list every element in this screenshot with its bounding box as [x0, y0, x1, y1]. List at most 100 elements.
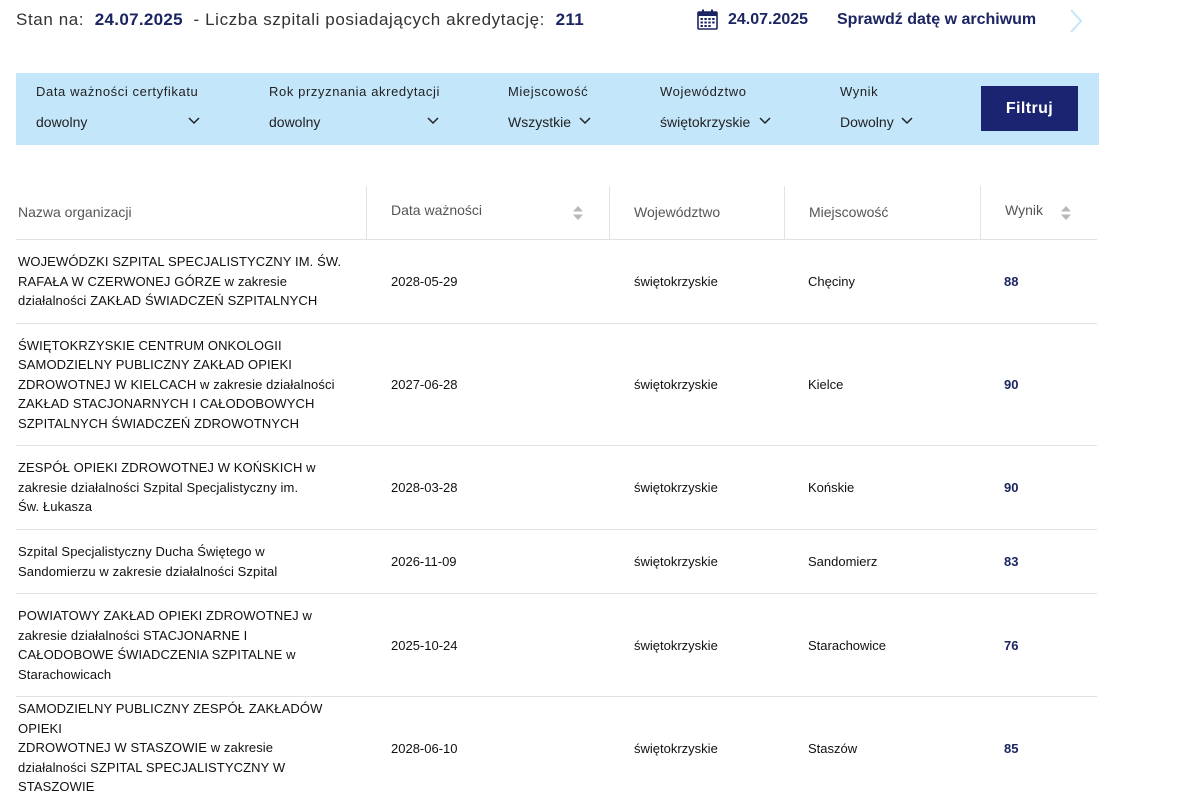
filter-button[interactable]: Filtruj [981, 86, 1078, 131]
city-select[interactable]: Wszystkie [508, 114, 592, 134]
city: Sandomierz [808, 554, 878, 569]
table-header: Nazwa organizacji Data ważności Wojewódz… [16, 186, 1097, 240]
name-line: Szpital Specjalistyczny Ducha Świętego w [18, 544, 265, 559]
expiry-date: 2028-06-10 [391, 740, 458, 756]
voivodeship: świętokrzyskie [634, 377, 718, 392]
organization-name: ZESPÓŁ OPIEKI ZDROWOTNEJ W KOŃSKICH w za… [18, 446, 353, 529]
sort-icon[interactable] [1061, 206, 1071, 220]
chevron-down-icon [188, 117, 200, 125]
score-select[interactable]: Dowolny [840, 114, 915, 134]
filter-label: Data ważności certyfikatu [36, 84, 199, 99]
name-line: Sandomierzu w zakresie działalności Szpi… [18, 563, 278, 579]
name-line: SZPITALNYCH ŚWIADCZEŃ ZDROWOTNYCH [18, 415, 300, 431]
name-line: ZDROWOTNEJ W STASZOWIE w zakresie [18, 740, 274, 756]
voivodeship: świętokrzyskie [634, 740, 718, 756]
chevron-right-icon[interactable] [1068, 8, 1084, 34]
filter-city: Miejscowość Wszystkie [508, 73, 638, 145]
filter-value: świętokrzyskie [660, 114, 751, 130]
score: 83 [1004, 554, 1019, 569]
name-line: zakresie działalności STACJONARNE I [18, 627, 248, 643]
organization-name: WOJEWÓDZKI SZPITAL SPECJALISTYCZNY IM. Ś… [18, 240, 353, 323]
name-line: działalności SZPITAL SPECJALISTYCZNY W [18, 759, 286, 775]
table-row[interactable]: WOJEWÓDZKI SZPITAL SPECJALISTYCZNY IM. Ś… [16, 240, 1097, 324]
table-row[interactable]: POWIATOWY ZAKŁAD OPIEKI ZDROWOTNEJ w zak… [16, 594, 1097, 697]
filter-label: Wynik [840, 84, 879, 99]
table-row[interactable]: SAMODZIELNY PUBLICZNY ZESPÓŁ ZAKŁADÓW OP… [16, 697, 1097, 799]
name-line: POWIATOWY ZAKŁAD OPIEKI ZDROWOTNEJ w [18, 608, 312, 623]
score: 85 [1004, 740, 1019, 756]
chevron-down-icon [579, 117, 591, 125]
name-line: działalności ZAKŁAD ŚWIADCZEŃ SZPITALNYC… [18, 293, 318, 309]
organization-name: Szpital Specjalistyczny Ducha Świętego w… [18, 530, 353, 593]
column-header-label: Nazwa organizacji [18, 204, 132, 220]
calendar-icon[interactable] [697, 9, 718, 30]
city: Starachowice [808, 637, 887, 653]
column-header-label: Województwo [634, 204, 721, 220]
chevron-down-icon [759, 117, 771, 125]
expiry-date: 2025-10-24 [391, 637, 458, 653]
filter-value: dowolny [36, 114, 88, 130]
column-header-label: Data ważności [391, 202, 483, 218]
column-header-city: Miejscowość [784, 186, 981, 239]
selected-date[interactable]: 24.07.2025 [728, 6, 808, 34]
expiry-date: 2028-05-29 [391, 274, 458, 289]
filter-bar: Data ważności certyfikatu dowolny Rok pr… [16, 73, 1099, 145]
name-line: CAŁODOBOWE ŚWIADCZENIA SZPITALNE w [18, 647, 296, 662]
voivodeship-select[interactable]: świętokrzyskie [660, 114, 772, 134]
score: 90 [1004, 480, 1019, 495]
filter-voivodeship: Województwo świętokrzyskie [660, 73, 820, 145]
filter-label: Miejscowość [508, 84, 589, 99]
filter-certificate-expiry: Data ważności certyfikatu dowolny [36, 73, 246, 145]
table-row[interactable]: ŚWIĘTOKRZYSKIE CENTRUM ONKOLOGII SAMODZI… [16, 324, 1097, 446]
name-line: ZESPÓŁ OPIEKI ZDROWOTNEJ W KOŃSKICH w [18, 460, 316, 476]
filter-accreditation-year: Rok przyznania akredytacji dowolny [269, 73, 489, 145]
name-line: zakresie działalności Szpital Specjalist… [18, 479, 299, 495]
column-header-name: Nazwa organizacji [18, 186, 366, 239]
expiry-date: 2026-11-09 [391, 554, 457, 569]
score: 90 [1004, 377, 1019, 392]
name-line: ŚWIĘTOKRZYSKIE CENTRUM ONKOLOGII [18, 337, 282, 353]
city: Końskie [808, 480, 855, 495]
hospitals-table: Nazwa organizacji Data ważności Wojewódz… [16, 186, 1097, 799]
accreditation-year-select[interactable]: dowolny [269, 114, 439, 134]
status-middle: - Liczba szpitali posiadających akredyta… [193, 10, 545, 29]
name-line: Św. Łukasza [18, 499, 93, 515]
filter-label: Województwo [660, 84, 747, 99]
status-text: Stan na: 24.07.2025 - Liczba szpitali po… [16, 6, 584, 34]
name-line: RAFAŁA W CZERWONEJ GÓRZE w zakresie [18, 273, 288, 289]
column-header-score[interactable]: Wynik [980, 186, 1098, 239]
voivodeship: świętokrzyskie [634, 554, 718, 569]
name-line: SAMODZIELNY PUBLICZNY ZESPÓŁ ZAKŁADÓW OP… [18, 701, 323, 736]
archive-link[interactable]: Sprawdź datę w archiwum [837, 6, 1036, 34]
filter-label: Rok przyznania akredytacji [269, 84, 440, 99]
city: Kielce [808, 377, 844, 392]
column-header-expiry[interactable]: Data ważności [366, 186, 610, 239]
score: 76 [1004, 637, 1019, 653]
hospital-count: 211 [555, 10, 584, 29]
organization-name: POWIATOWY ZAKŁAD OPIEKI ZDROWOTNEJ w zak… [18, 594, 353, 696]
sort-icon[interactable] [573, 206, 583, 220]
status-date: 24.07.2025 [94, 10, 183, 29]
expiry-date: 2028-03-28 [391, 480, 458, 495]
table-row[interactable]: ZESPÓŁ OPIEKI ZDROWOTNEJ W KOŃSKICH w za… [16, 446, 1097, 530]
column-header-voivodeship: Województwo [609, 186, 785, 239]
organization-name: ŚWIĘTOKRZYSKIE CENTRUM ONKOLOGII SAMODZI… [18, 324, 353, 445]
city: Staszów [808, 740, 858, 756]
voivodeship: świętokrzyskie [634, 480, 718, 495]
voivodeship: świętokrzyskie [634, 274, 718, 289]
expiry-date: 2027-06-28 [391, 377, 458, 392]
name-line: ZAKŁAD STACJONARNYCH I CAŁODOBOWYCH [18, 396, 315, 412]
certificate-expiry-select[interactable]: dowolny [36, 114, 200, 134]
city: Chęciny [808, 274, 855, 289]
column-header-label: Miejscowość [809, 204, 889, 220]
name-line: ZDROWOTNEJ W KIELCACH w zakresie działal… [18, 376, 335, 392]
organization-name: SAMODZIELNY PUBLICZNY ZESPÓŁ ZAKŁADÓW OP… [18, 697, 353, 799]
status-prefix: Stan na: [16, 10, 85, 29]
filter-value: dowolny [269, 114, 321, 130]
status-bar: Stan na: 24.07.2025 - Liczba szpitali po… [16, 6, 1116, 34]
name-line: STASZOWIE [18, 779, 95, 795]
table-row[interactable]: Szpital Specjalistyczny Ducha Świętego w… [16, 530, 1097, 594]
filter-value: Dowolny [840, 114, 894, 130]
score: 88 [1004, 274, 1019, 289]
chevron-down-icon [427, 117, 439, 125]
